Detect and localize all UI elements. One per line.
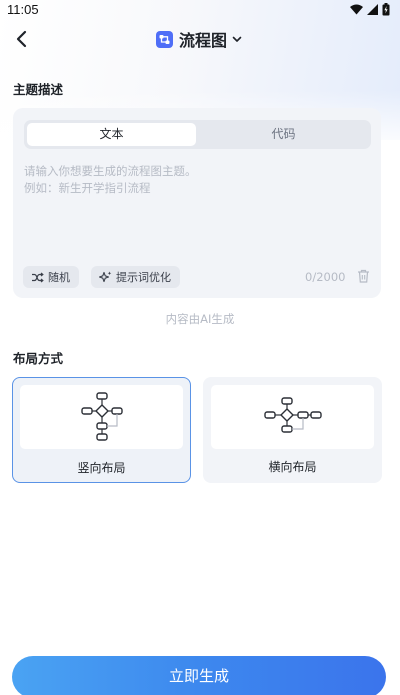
horizontal-flowchart-icon [264, 397, 322, 433]
vertical-layout-preview [20, 385, 183, 449]
random-button[interactable]: 随机 [23, 266, 79, 288]
char-counter: 0/2000 [305, 270, 346, 284]
sparkle-icon [99, 271, 112, 283]
chevron-down-icon [232, 36, 242, 42]
topic-input[interactable]: 请输入你想要生成的流程图主题。 例如：新生开学指引流程 [24, 163, 364, 197]
horizontal-layout-label: 横向布局 [268, 460, 317, 474]
status-time: 11:05 [7, 2, 39, 17]
horizontal-layout-preview [211, 385, 374, 449]
vertical-layout-label: 竖向布局 [77, 461, 126, 475]
back-button[interactable] [11, 26, 35, 52]
prompt-optimize-button[interactable]: 提示词优化 [91, 266, 180, 288]
topic-input-card: 文本 代码 请输入你想要生成的流程图主题。 例如：新生开学指引流程 随机 提示词… [13, 108, 381, 298]
back-arrow-icon [16, 30, 27, 48]
random-label: 随机 [48, 271, 70, 284]
wifi-icon [350, 4, 363, 15]
topic-section-title: 主题描述 [13, 82, 64, 97]
page-title: 流程图 [179, 31, 228, 50]
prompt-optimize-label: 提示词优化 [116, 271, 171, 284]
input-mode-tabs: 文本 代码 [24, 120, 371, 149]
battery-icon [382, 3, 390, 16]
generate-button[interactable]: 立即生成 [12, 656, 386, 695]
tab-code[interactable]: 代码 [199, 123, 368, 146]
placeholder-line-1: 请输入你想要生成的流程图主题。 [24, 164, 197, 178]
shuffle-icon [32, 272, 44, 282]
vertical-flowchart-icon [81, 392, 123, 441]
trash-icon [358, 269, 369, 283]
layout-option-horizontal[interactable]: 横向布局 [203, 377, 382, 483]
header: 流程图 [0, 22, 400, 56]
flowchart-app-icon [156, 30, 173, 48]
clear-button[interactable] [357, 268, 370, 287]
tab-text[interactable]: 文本 [27, 123, 196, 146]
title-dropdown[interactable]: 流程图 [156, 27, 242, 51]
status-bar: 11:05 [0, 0, 400, 20]
signal-icon [367, 4, 378, 15]
layout-option-vertical[interactable]: 竖向布局 [12, 377, 191, 483]
status-icons [350, 3, 390, 16]
layout-section-title: 布局方式 [13, 351, 64, 366]
ai-generated-note: 内容由AI生成 [165, 312, 235, 326]
placeholder-line-2: 例如：新生开学指引流程 [24, 181, 151, 195]
